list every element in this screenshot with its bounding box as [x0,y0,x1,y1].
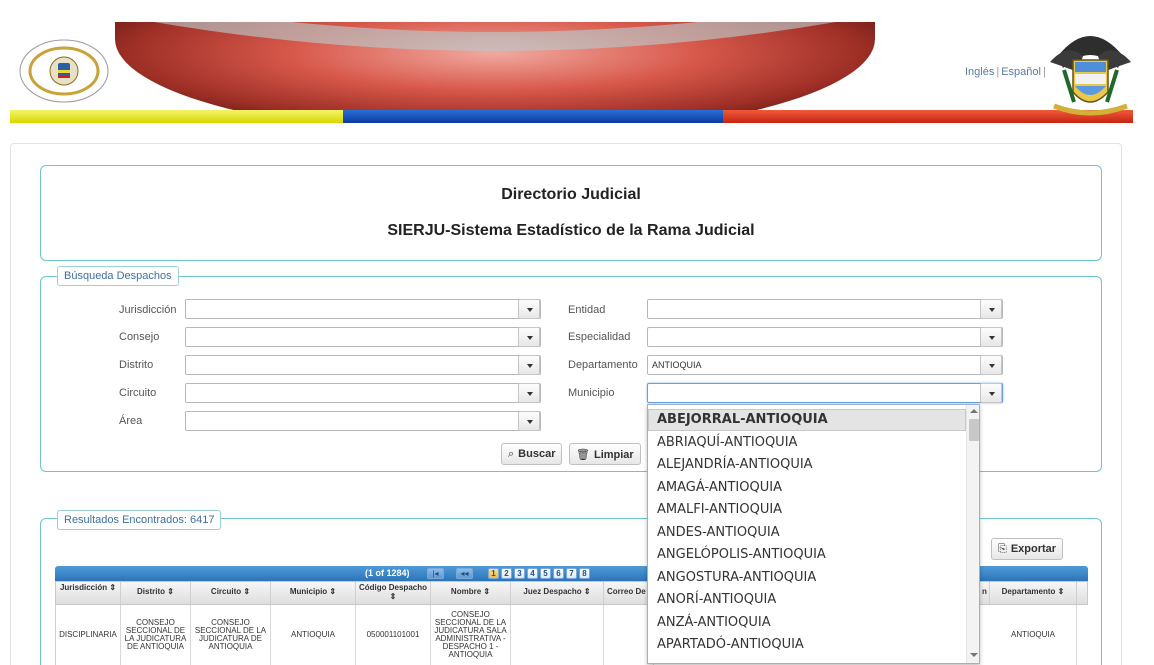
col-nombre[interactable]: Nombre ⇕ [431,582,511,604]
export-icon: ⎘ [998,543,1007,555]
col-municipio[interactable]: Municipio ⇕ [271,582,356,604]
exportar-button[interactable]: ⎘ Exportar [991,538,1064,560]
site-banner: Inglés | Español | [10,22,1133,123]
especialidad-select[interactable] [647,327,1003,347]
chevron-down-icon[interactable] [980,383,1002,403]
label-consejo: Consejo [119,331,160,343]
page-3-button[interactable]: 3 [514,568,525,579]
circuito-select[interactable] [185,383,541,403]
dropdown-option[interactable]: APARTADÓ-ANTIOQUIA [648,634,966,656]
entidad-select[interactable] [647,299,1003,319]
search-icon: ⌕ [508,448,515,460]
cell-juez [511,605,604,665]
dropdown-option[interactable]: ABRIAQUÍ-ANTIOQUIA [648,432,966,454]
scroll-down-icon[interactable] [970,653,978,657]
jurisdiccion-select[interactable] [185,299,541,319]
dropdown-option[interactable]: ANGELÓPOLIS-ANTIOQUIA [648,544,966,566]
scroll-thumb[interactable] [969,419,979,441]
label-circuito: Circuito [119,387,157,399]
language-switcher: Inglés | Español | [965,66,1046,78]
chevron-down-icon[interactable] [518,327,540,347]
dropdown-option[interactable]: ANGOSTURA-ANTIOQUIA [648,567,966,589]
col-codigo-despacho[interactable]: Código Despacho ⇕ [356,582,431,604]
prev-page-button[interactable]: ◂◂ [456,568,473,579]
limpiar-button[interactable]: 🗑 Limpiar [569,443,641,465]
flag-stripes [10,110,1133,123]
lang-english-link[interactable]: Inglés [965,66,994,78]
chevron-down-icon[interactable] [518,411,540,431]
dropdown-option[interactable]: ANZÁ-ANTIOQUIA [648,612,966,634]
label-municipio: Municipio [568,387,615,399]
search-legend: Búsqueda Despachos [57,266,179,286]
chevron-down-icon[interactable] [518,383,540,403]
distrito-select[interactable] [185,355,541,375]
rama-judicial-logo [19,39,109,103]
cell-municipio: ANTIOQUIA [271,605,356,665]
colombia-coat-of-arms-icon [1050,36,1131,116]
page-4-button[interactable]: 4 [527,568,538,579]
chevron-down-icon[interactable] [980,299,1002,319]
results-legend: Resultados Encontrados: 6417 [57,510,222,530]
col-distrito[interactable]: Distrito ⇕ [121,582,191,604]
page-6-button[interactable]: 6 [553,568,564,579]
cell-nombre: CONSEJO SECCIONAL DE LA JUDICATURA SALA … [431,605,511,665]
scroll-up-icon[interactable] [970,409,978,413]
page-5-button[interactable]: 5 [540,568,551,579]
trash-icon: 🗑 [576,449,590,461]
municipio-select[interactable] [647,383,1003,403]
cell-departamento: ANTIOQUIA [990,605,1077,665]
col-circuito[interactable]: Circuito ⇕ [191,582,271,604]
banner-photo [115,22,875,123]
col-juez-despacho[interactable]: Juez Despacho ⇕ [511,582,604,604]
dropdown-option[interactable]: ANORÍ-ANTIOQUIA [648,589,966,611]
dropdown-option[interactable]: ABEJORRAL-ANTIOQUIA [648,409,966,431]
cell-jurisdiccion: DISCIPLINARIA [56,605,121,665]
chevron-down-icon[interactable] [518,355,540,375]
label-departamento: Departamento [568,359,638,371]
dropdown-option[interactable]: AMAGÁ-ANTIOQUIA [648,477,966,499]
label-area: Área [119,415,143,427]
dropdown-option[interactable]: AMALFI-ANTIOQUIA [648,499,966,521]
dropdown-option[interactable]: ANDES-ANTIOQUIA [648,522,966,544]
col-jurisdiccion[interactable]: Jurisdicción ⇕ [56,582,121,604]
dropdown-option[interactable]: ALEJANDRÍA-ANTIOQUIA [648,454,966,476]
dropdown-scrollbar[interactable] [966,405,979,663]
label-entidad: Entidad [568,304,606,316]
buscar-button[interactable]: ⌕ Buscar [501,443,563,465]
departamento-select[interactable]: ANTIOQUIA [647,355,1003,375]
page-title: Directorio Judicial [501,186,641,203]
page-1-button[interactable]: 1 [488,568,499,579]
label-especialidad: Especialidad [568,331,631,343]
chevron-down-icon[interactable] [980,355,1002,375]
consejo-select[interactable] [185,327,541,347]
chevron-down-icon[interactable] [980,327,1002,347]
page-7-button[interactable]: 7 [566,568,577,579]
page-count: (1 of 1284) [365,568,410,578]
page-2-button[interactable]: 2 [501,568,512,579]
cell-circuito: CONSEJO SECCIONAL DE LA JUDICATURA DE AN… [191,605,271,665]
label-jurisdiccion: Jurisdicción [119,304,177,316]
chevron-down-icon[interactable] [518,299,540,319]
label-distrito: Distrito [119,359,154,371]
col-partial[interactable]: n [980,582,990,604]
page-subtitle: SIERJU-Sistema Estadístico de la Rama Ju… [387,222,755,239]
page-header: Directorio Judicial SIERJU-Sistema Estad… [40,165,1102,261]
cell-distrito: CONSEJO SECCIONAL DE LA JUDICATURA DE AN… [121,605,191,665]
col-departamento[interactable]: Departamento ⇕ [990,582,1077,604]
municipio-dropdown-list[interactable]: ABEJORRAL-ANTIOQUIA ABRIAQUÍ-ANTIOQUIA A… [647,404,980,664]
area-select[interactable] [185,411,541,431]
cell-codigo: 050001101001 [356,605,431,665]
lang-spanish-link[interactable]: Español [1001,66,1041,78]
page-8-button[interactable]: 8 [579,568,590,579]
first-page-button[interactable]: |◂ [427,568,444,579]
